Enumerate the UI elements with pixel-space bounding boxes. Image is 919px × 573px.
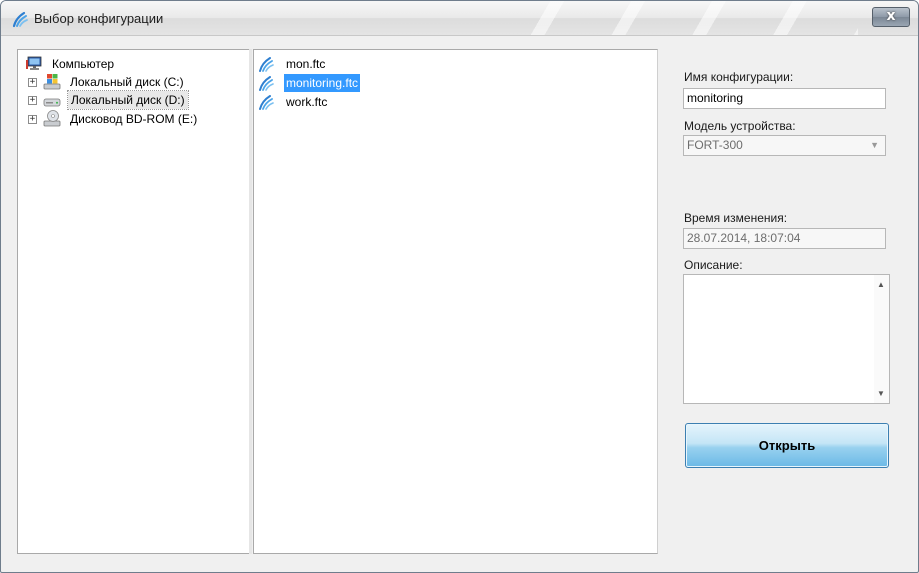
tree-item-computer[interactable]: Компьютер bbox=[26, 55, 236, 73]
device-model-select[interactable]: FORT-300 ▼ bbox=[683, 135, 886, 156]
tree-item-label: Дисковод BD-ROM (E:) bbox=[70, 112, 198, 126]
modified-time-label: Время изменения: bbox=[684, 211, 788, 225]
tree-item-label: Компьютер bbox=[52, 57, 115, 71]
file-item-label: work.ftc bbox=[286, 95, 328, 109]
tree-item-drive-d[interactable]: + Локальный диск (D:) bbox=[26, 90, 236, 110]
file-list-panel[interactable]: mon.ftc monitoring.ftc work.ftc bbox=[253, 49, 658, 554]
folder-tree-panel[interactable]: Компьютер + Локальный диск (C:) + Локаль… bbox=[17, 49, 250, 554]
file-item-monitoring[interactable]: monitoring.ftc bbox=[254, 74, 644, 92]
device-model-label: Модель устройства: bbox=[684, 119, 796, 133]
config-dialog-window: Выбор конфигурации x Компьютер + Локальн… bbox=[0, 0, 919, 573]
computer-icon bbox=[26, 56, 42, 70]
chevron-down-icon: ▼ bbox=[870, 140, 879, 150]
window-title: Выбор конфигурации bbox=[34, 11, 164, 26]
scroll-up-icon[interactable]: ▲ bbox=[877, 280, 885, 289]
config-name-label: Имя конфигурации: bbox=[684, 70, 794, 84]
title-bar[interactable]: Выбор конфигурации x bbox=[1, 1, 918, 36]
signal-wave-icon bbox=[259, 57, 274, 72]
drive-icon bbox=[43, 98, 61, 107]
config-name-input[interactable]: monitoring bbox=[683, 88, 886, 109]
tree-item-label: Локальный диск (C:) bbox=[70, 75, 184, 89]
expand-icon[interactable]: + bbox=[28, 115, 37, 124]
scroll-down-icon[interactable]: ▼ bbox=[877, 389, 885, 398]
windows-drive-icon bbox=[43, 74, 61, 90]
description-textarea[interactable]: ▲ ▼ bbox=[683, 274, 890, 404]
file-item-mon[interactable]: mon.ftc bbox=[254, 55, 644, 73]
panel-splitter[interactable] bbox=[249, 49, 252, 554]
file-item-label: monitoring.ftc bbox=[284, 74, 361, 92]
title-bar-decoration bbox=[518, 1, 858, 35]
device-model-value: FORT-300 bbox=[687, 138, 743, 152]
close-button[interactable]: x bbox=[872, 7, 910, 27]
file-item-label: mon.ftc bbox=[286, 57, 326, 71]
expand-icon[interactable]: + bbox=[28, 96, 37, 105]
signal-wave-icon bbox=[259, 76, 274, 91]
description-label: Описание: bbox=[684, 258, 743, 272]
file-item-work[interactable]: work.ftc bbox=[254, 93, 644, 111]
description-scrollbar[interactable]: ▲ ▼ bbox=[874, 275, 889, 403]
open-button[interactable]: Открыть bbox=[685, 423, 889, 468]
tree-item-label: Локальный диск (D:) bbox=[67, 90, 189, 110]
tree-item-drive-e[interactable]: + Дисковод BD-ROM (E:) bbox=[26, 110, 236, 128]
modified-time-value: 28.07.2014, 18:07:04 bbox=[687, 231, 801, 245]
tree-item-drive-c[interactable]: + Локальный диск (C:) bbox=[26, 73, 236, 91]
close-icon: x bbox=[886, 8, 896, 24]
signal-wave-icon bbox=[259, 95, 274, 110]
modified-time-field: 28.07.2014, 18:07:04 bbox=[683, 228, 886, 249]
config-name-value: monitoring bbox=[687, 91, 744, 105]
expand-icon[interactable]: + bbox=[28, 78, 37, 87]
app-signal-icon bbox=[12, 11, 28, 28]
optical-drive-icon bbox=[43, 110, 61, 127]
